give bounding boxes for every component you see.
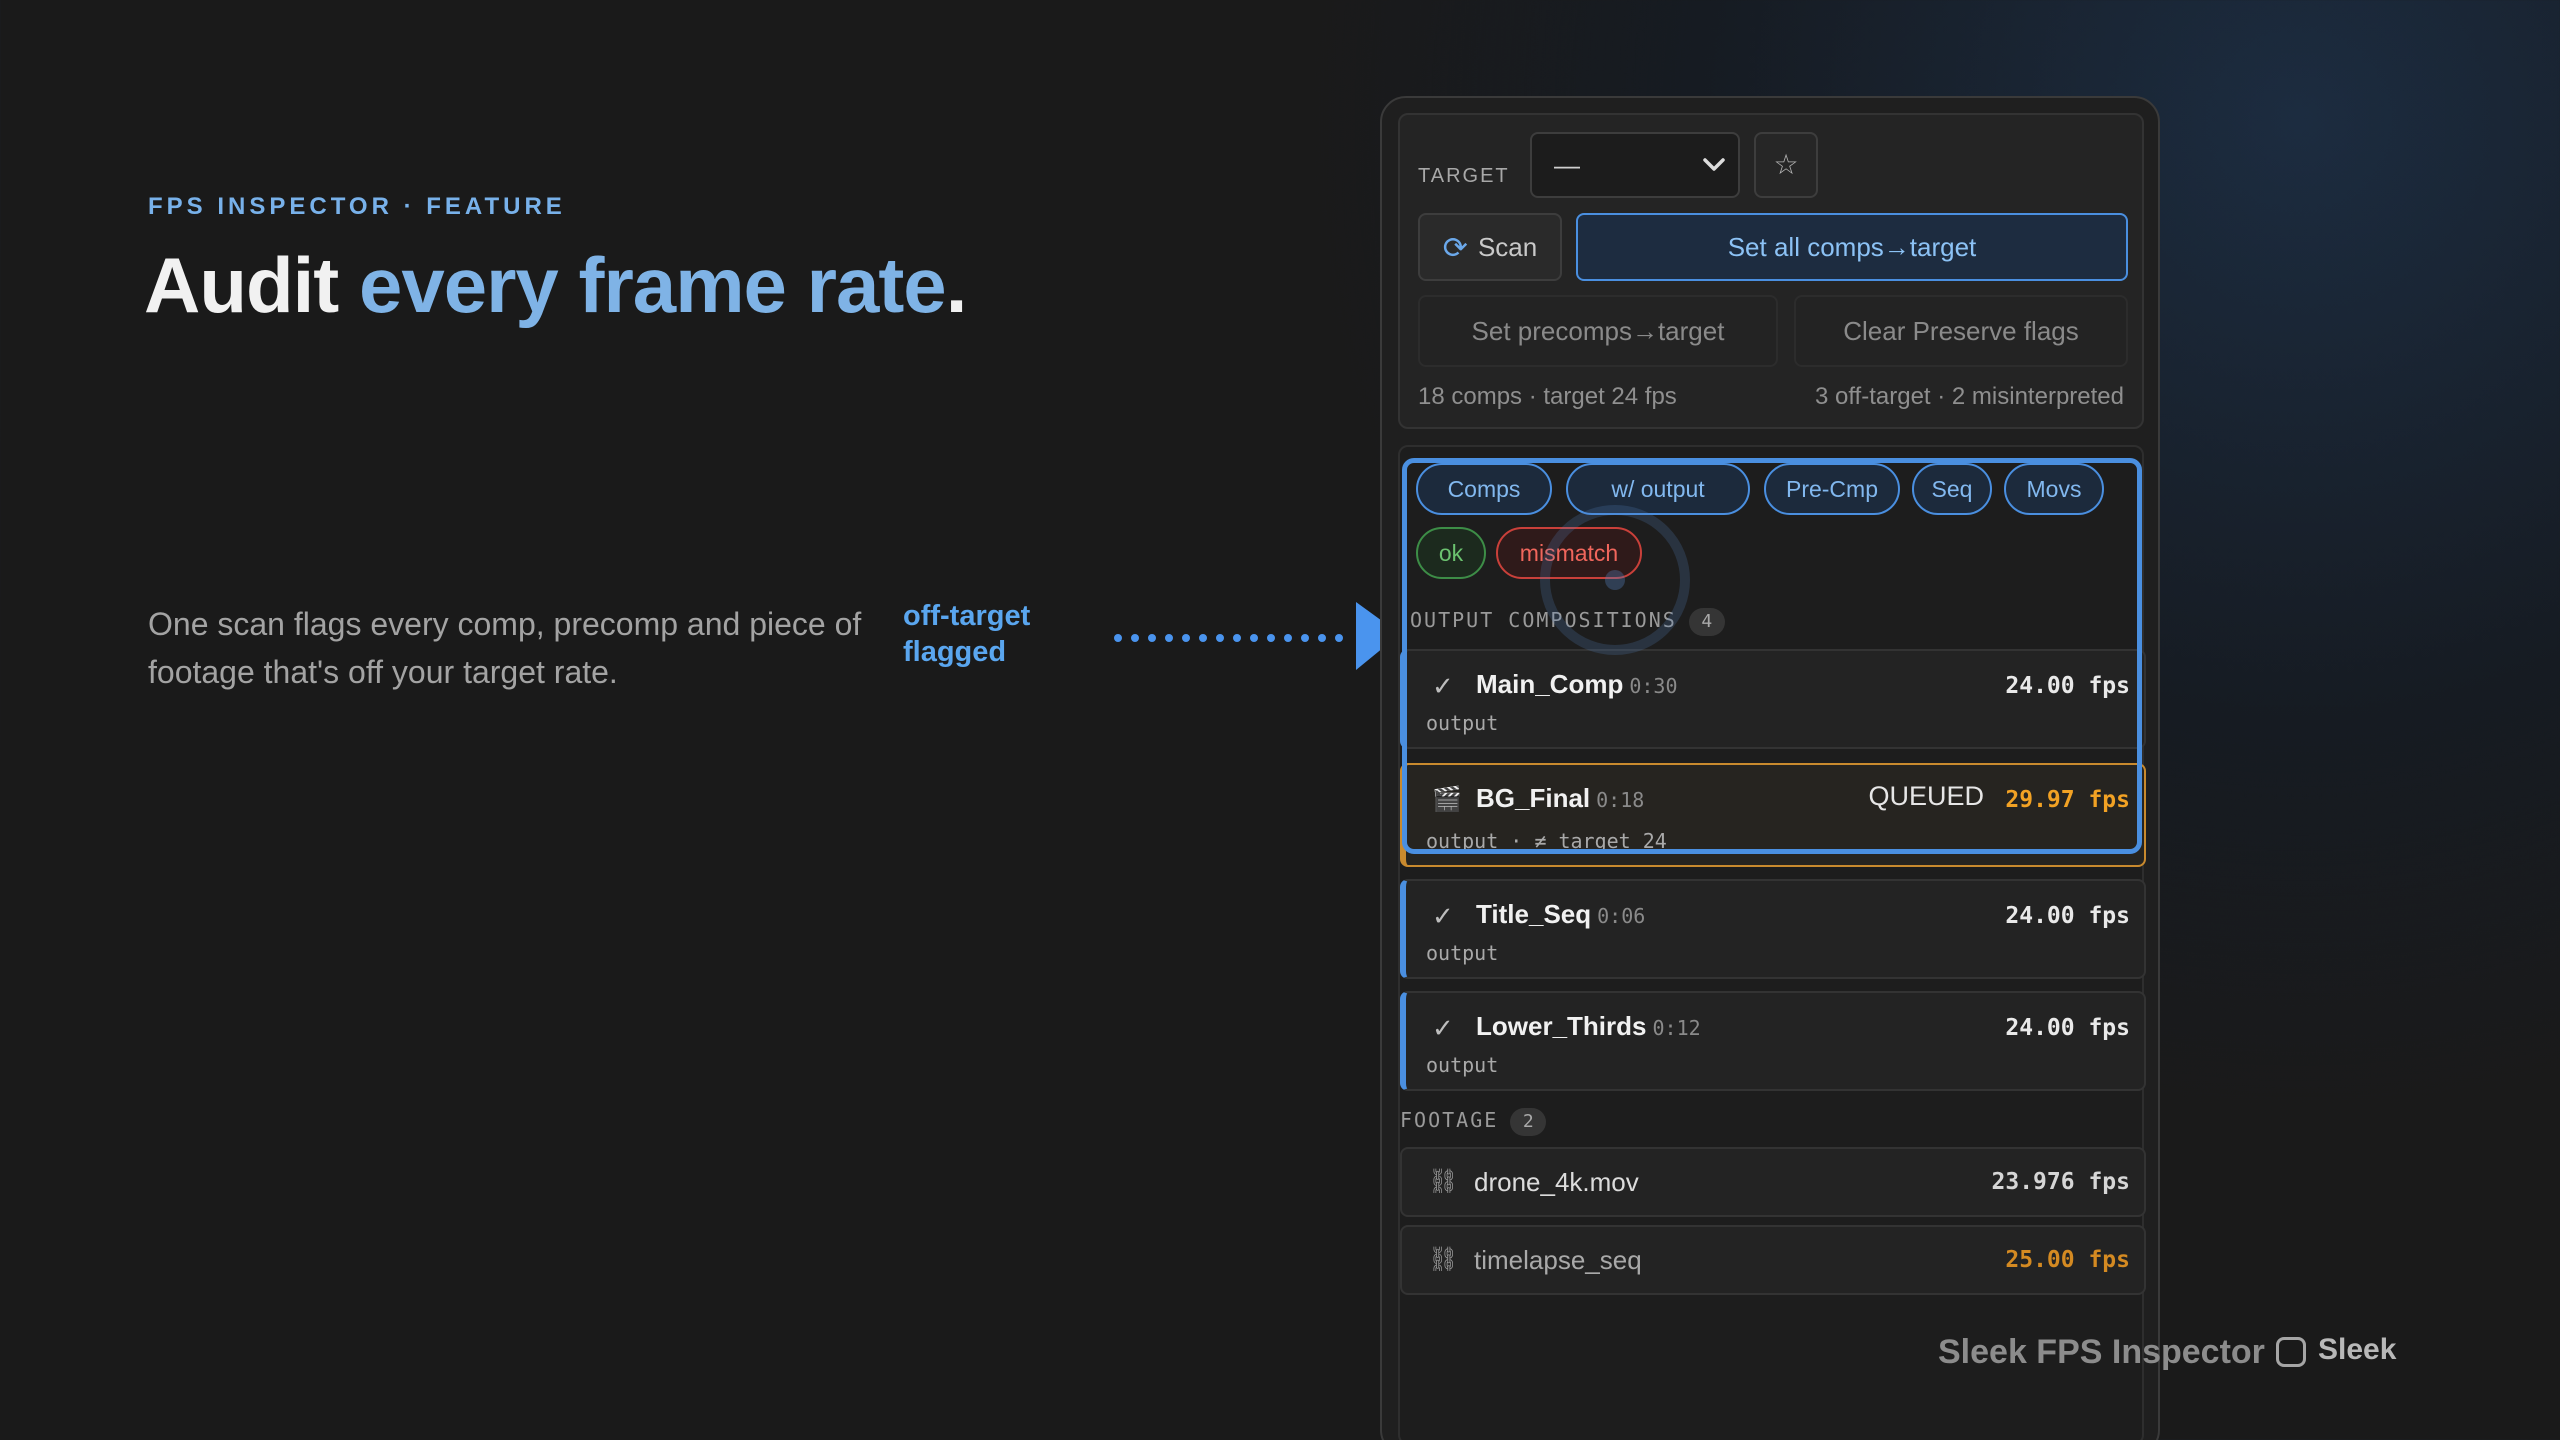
comp-sub: output	[1426, 711, 1499, 735]
footage-fps: 25.00 fps	[2005, 1247, 2130, 1273]
target-label: TARGET	[1418, 165, 1510, 187]
callout: off-target flagged	[903, 598, 1030, 670]
comp-sub: output · ≠ target 24	[1426, 829, 1667, 853]
headline-accent: every frame rate	[358, 241, 947, 329]
callout-line-1: off-target	[903, 600, 1031, 632]
clapperboard-icon: 🎬	[1432, 786, 1462, 813]
comp-row-mismatch[interactable]: 🎬 BG_Final 0:18 output · ≠ target 24 QUEU…	[1400, 763, 2146, 867]
stats-summary: 18 comps · target 24 fps	[1418, 383, 1677, 410]
scan-button[interactable]: ⟳ Scan	[1418, 213, 1562, 281]
footage-name: drone_4k.mov	[1474, 1167, 1639, 1197]
controls-card: TARGET — ☆ ⟳ Scan Set all comps→target Se…	[1398, 113, 2144, 429]
comp-name-text: Main_Comp	[1476, 669, 1624, 699]
product-name: Sleek FPS Inspector	[1938, 1333, 2265, 1371]
comp-name-text: Title_Seq	[1476, 899, 1592, 929]
set-precomps-button[interactable]: Set precomps→target	[1418, 295, 1778, 367]
clear-preserve-button[interactable]: Clear Preserve flags	[1794, 295, 2128, 367]
target-select-value: —	[1554, 150, 1580, 180]
comp-fps: 24.00 fps	[2005, 673, 2130, 699]
output-count-badge: 4	[1688, 608, 1725, 636]
comp-row[interactable]: ✓ Main_Comp 0:30 output 24.00 fps	[1400, 649, 2146, 749]
stats-issues: 3 off-target · 2 misinterpreted	[1814, 383, 2124, 410]
check-icon: ✓	[1432, 901, 1454, 931]
comp-duration: 0:18	[1596, 788, 1645, 812]
link-icon: ⛓	[1428, 1168, 1459, 1195]
comp-sub: output	[1426, 941, 1499, 965]
comp-name: Main_Comp 0:30	[1476, 669, 1678, 700]
footage-row[interactable]: ⛓ timelapse_seq 25.00 fps	[1400, 1225, 2146, 1295]
comp-fps: 24.00 fps	[2005, 1015, 2130, 1041]
comp-name: BG_Final 0:18	[1476, 783, 1644, 814]
favorite-star-button[interactable]: ☆	[1754, 132, 1818, 198]
results-list: Comps w/ output Pre-Cmp Seq Movs ok mism…	[1398, 445, 2146, 1440]
scan-label: Scan	[1477, 232, 1538, 262]
headline-plain: Audit	[144, 241, 359, 329]
description: One scan flags every comp, precomp and p…	[148, 606, 862, 690]
comp-name-text: BG_Final	[1476, 783, 1591, 813]
comp-duration: 0:06	[1597, 904, 1646, 928]
footage-fps: 23.976 fps	[1991, 1169, 2130, 1195]
callout-arrow-icon	[1114, 602, 1400, 670]
inspector-panel: TARGET — ☆ ⟳ Scan Set all comps→target Se…	[1380, 96, 2160, 1440]
filter-chip-precomp[interactable]: Pre-Cmp	[1764, 463, 1900, 515]
footage-section-label: FOOTAGE	[1400, 1108, 1499, 1132]
target-select[interactable]: —	[1530, 132, 1740, 198]
refresh-icon: ⟳	[1442, 232, 1468, 265]
filter-chip-movs[interactable]: Movs	[2004, 463, 2104, 515]
comp-row[interactable]: ✓ Lower_Thirds 0:12 output 24.00 fps	[1400, 991, 2146, 1091]
footage-count-badge: 2	[1510, 1108, 1547, 1136]
logo-text: Sleek	[2318, 1333, 2397, 1366]
comp-fps: 24.00 fps	[2005, 903, 2130, 929]
comp-duration: 0:30	[1629, 674, 1678, 698]
comp-name-text: Lower_Thirds	[1476, 1011, 1647, 1041]
set-all-comps-button[interactable]: Set all comps→target	[1576, 213, 2128, 281]
comp-name: Lower_Thirds 0:12	[1476, 1011, 1701, 1042]
logo-icon	[2276, 1337, 2306, 1367]
spinner-dot	[1605, 570, 1625, 590]
comp-duration: 0:12	[1652, 1016, 1701, 1040]
filter-chip-comps[interactable]: Comps	[1416, 463, 1552, 515]
footage-row[interactable]: ⛓ drone_4k.mov 23.976 fps	[1400, 1147, 2146, 1217]
chevron-down-icon	[1703, 158, 1725, 171]
check-icon: ✓	[1432, 671, 1454, 701]
filter-chip-ok[interactable]: ok	[1416, 527, 1486, 579]
comp-row[interactable]: ✓ Title_Seq 0:06 output 24.00 fps	[1400, 879, 2146, 979]
link-icon: ⛓	[1428, 1246, 1459, 1273]
star-icon: ☆	[1773, 149, 1799, 180]
page-title: Audit every frame rate.	[144, 240, 968, 331]
comp-name: Title_Seq 0:06	[1476, 899, 1645, 930]
comp-fps: 29.97 fps	[2005, 787, 2130, 813]
queued-status: QUEUED	[1868, 781, 1984, 811]
callout-line-2: flagged	[903, 636, 1007, 668]
footage-name: timelapse_seq	[1474, 1245, 1642, 1275]
comp-sub: output	[1426, 1053, 1499, 1077]
check-icon: ✓	[1432, 1013, 1454, 1043]
eyebrow: FPS INSPECTOR · FEATURE	[148, 193, 566, 220]
loading-spinner-icon	[1540, 505, 1690, 655]
footage-section-header: FOOTAGE 2	[1400, 1108, 1547, 1136]
headline-end: .	[945, 241, 968, 329]
filter-chip-seq[interactable]: Seq	[1912, 463, 1992, 515]
